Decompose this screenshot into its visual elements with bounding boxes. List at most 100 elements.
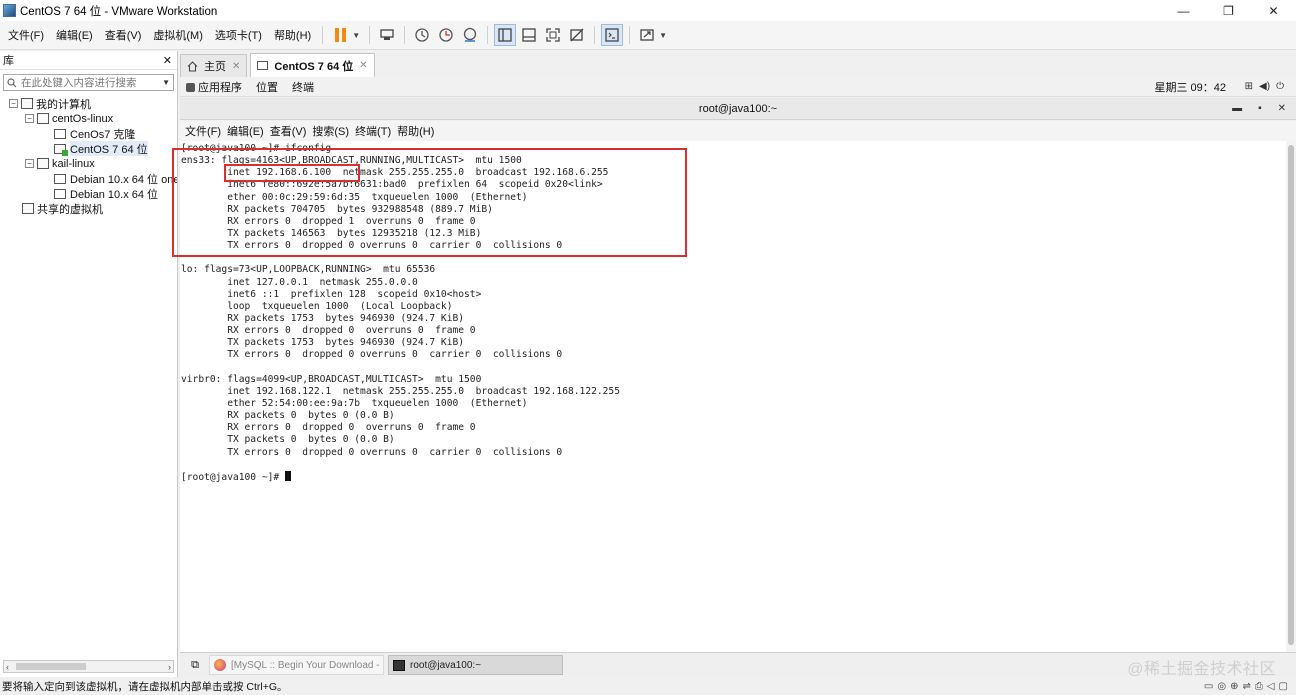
terminal-line: inet 127.0.0.1 netmask 255.0.0.0 xyxy=(181,276,418,288)
unity-button[interactable] xyxy=(566,24,588,46)
thumbnail-bar-button[interactable] xyxy=(518,24,540,46)
tab-home[interactable]: 主页 ✕ xyxy=(180,54,248,77)
shared-vm-icon xyxy=(22,203,34,214)
menu-help[interactable]: 帮助(H) xyxy=(268,27,317,43)
display-icon[interactable]: ▢ xyxy=(1279,681,1288,692)
term-menu-terminal[interactable]: 终端(T) xyxy=(355,123,391,139)
hdd-icon[interactable]: ▭ xyxy=(1204,681,1213,692)
term-menu-view[interactable]: 查看(V) xyxy=(270,123,307,139)
library-horizontal-scrollbar[interactable]: ‹ › xyxy=(3,660,174,673)
gnome-terminal-menu[interactable]: 终端 xyxy=(292,79,314,95)
menu-edit[interactable]: 编辑(E) xyxy=(50,27,99,43)
snapshot-manager-button[interactable] xyxy=(459,24,481,46)
terminal-line: [root@java100 ~]# ifconfig xyxy=(181,143,332,154)
tree-item-shared-vms[interactable]: 共享的虚拟机 xyxy=(0,201,177,216)
console-icon xyxy=(605,28,619,42)
terminal-output[interactable]: [root@java100 ~]# ifconfig ens33: flags=… xyxy=(180,141,1286,652)
tab-centos7-label: CentOS 7 64 位 xyxy=(274,60,354,73)
power-icon: ⏻ xyxy=(1276,81,1284,92)
scroll-right-icon[interactable]: › xyxy=(168,662,171,672)
terminal-close-icon[interactable]: ✕ xyxy=(1278,103,1286,114)
tree-item-centos7-64[interactable]: CentOS 7 64 位 xyxy=(0,141,177,156)
library-close-icon[interactable]: ✕ xyxy=(163,54,172,67)
terminal-minimize-icon[interactable]: ▬ xyxy=(1232,103,1242,114)
terminal-prompt-line[interactable]: [root@java100 ~]# xyxy=(181,470,1286,483)
stretch-guest-button[interactable] xyxy=(636,24,658,46)
toolbar-divider xyxy=(404,26,406,44)
tab-close-icon[interactable]: ✕ xyxy=(232,61,240,72)
snapshot-button[interactable] xyxy=(411,24,433,46)
stretch-dropdown-icon[interactable]: ▼ xyxy=(659,31,667,40)
cdrom-icon[interactable]: ◎ xyxy=(1217,681,1226,692)
full-screen-button[interactable] xyxy=(542,24,564,46)
usb-icon[interactable]: ⇌ xyxy=(1242,681,1250,692)
gnome-applications-menu[interactable]: 应用程序 xyxy=(186,79,242,95)
vm-running-icon xyxy=(257,61,269,70)
tab-centos7[interactable]: CentOS 7 64 位 ✕ xyxy=(250,53,375,77)
maximize-button[interactable]: ❐ xyxy=(1206,0,1251,21)
terminal-line: TX packets 0 bytes 0 (0.0 B) xyxy=(181,434,395,446)
collapse-icon[interactable]: − xyxy=(25,114,34,123)
gnome-clock[interactable]: 星期三 09：42 xyxy=(1154,79,1226,95)
terminal-line: RX errors 0 dropped 0 overruns 0 frame 0 xyxy=(181,325,476,337)
collapse-icon[interactable]: − xyxy=(9,99,18,108)
term-menu-edit[interactable]: 编辑(E) xyxy=(227,123,264,139)
terminal-line: ether 52:54:00:ee:9a:7b txqueuelen 1000 … xyxy=(181,397,528,409)
term-menu-help[interactable]: 帮助(H) xyxy=(397,123,434,139)
terminal-scrollbar-thumb[interactable] xyxy=(1288,145,1294,645)
suspend-button[interactable] xyxy=(329,24,351,46)
terminal-title: root@java100:~ xyxy=(698,102,778,115)
scroll-left-icon[interactable]: ‹ xyxy=(6,662,9,672)
sound-icon[interactable]: ◁ xyxy=(1267,681,1275,692)
tree-item-centos-linux[interactable]: − centOs-linux xyxy=(0,111,177,126)
network-send-icon xyxy=(380,29,394,40)
terminal-line: RX packets 704705 bytes 932988548 (889.7… xyxy=(181,203,493,215)
library-panel: 库 ✕ 在此处键入内容进行搜索 ▼ − 我的计算机 − centOs-linux… xyxy=(0,51,178,677)
revert-snapshot-button[interactable] xyxy=(435,24,457,46)
menu-view[interactable]: 查看(V) xyxy=(99,27,148,43)
term-menu-file[interactable]: 文件(F) xyxy=(185,123,221,139)
vm-icon xyxy=(54,173,66,184)
term-menu-search[interactable]: 搜索(S) xyxy=(312,123,349,139)
terminal-line: RX packets 0 bytes 0 (0.0 B) xyxy=(181,410,395,422)
tree-item-debian-one[interactable]: Debian 10.x 64 位 one xyxy=(0,171,177,186)
show-library-button[interactable] xyxy=(494,24,517,46)
tab-close-icon[interactable]: ✕ xyxy=(359,60,367,71)
gnome-places-menu[interactable]: 位置 xyxy=(256,79,278,95)
menu-vm[interactable]: 虚拟机(M) xyxy=(147,27,209,43)
terminal-scrollbar[interactable] xyxy=(1286,141,1296,652)
toolbar-divider xyxy=(487,26,489,44)
minimize-button[interactable]: — xyxy=(1161,0,1206,21)
printer-icon[interactable]: ⎙ xyxy=(1255,681,1263,692)
scrollbar-thumb[interactable] xyxy=(16,663,86,670)
library-search-input[interactable]: 在此处键入内容进行搜索 ▼ xyxy=(3,74,174,91)
close-button[interactable]: ✕ xyxy=(1251,0,1296,21)
console-view-button[interactable] xyxy=(601,24,624,46)
terminal-line: TX errors 0 dropped 0 overruns 0 carrier… xyxy=(181,349,563,361)
stretch-icon xyxy=(640,29,654,41)
search-dropdown-icon[interactable]: ▼ xyxy=(162,78,170,87)
terminal-line: RX errors 0 dropped 0 overruns 0 frame 0 xyxy=(181,422,476,434)
task-firefox[interactable]: [MySQL :: Begin Your Download - ... xyxy=(209,655,384,675)
collapse-icon[interactable]: − xyxy=(25,159,34,168)
terminal-maximize-icon[interactable]: ▪ xyxy=(1258,103,1262,114)
show-desktop-icon[interactable]: ⧉ xyxy=(185,656,205,674)
send-ctrl-alt-del-button[interactable] xyxy=(376,24,398,46)
power-dropdown-icon[interactable]: ▼ xyxy=(352,31,360,40)
menu-tabs[interactable]: 选项卡(T) xyxy=(209,27,268,43)
tree-item-debian[interactable]: Debian 10.x 64 位 xyxy=(0,186,177,201)
full-screen-icon xyxy=(546,28,560,42)
terminal-line: ether 00:0c:29:59:6d:35 txqueuelen 1000 … xyxy=(181,191,528,203)
watermark: @稀土掘金技术社区 xyxy=(1127,661,1276,678)
search-icon xyxy=(7,77,17,87)
tree-item-my-computer[interactable]: − 我的计算机 xyxy=(0,96,177,111)
toolbar-divider xyxy=(369,26,371,44)
status-bar: 要将输入定向到该虚拟机，请在虚拟机内部单击或按 Ctrl+G。 ▭ ◎ ⊕ ⇌ … xyxy=(0,677,1296,695)
task-terminal[interactable]: root@java100:~ xyxy=(388,655,563,675)
tree-item-kail-linux[interactable]: − kail-linux xyxy=(0,156,177,171)
tree-item-cenos7-clone[interactable]: CenOs7 克隆 xyxy=(0,126,177,141)
network-adapter-icon[interactable]: ⊕ xyxy=(1230,681,1238,692)
menu-file[interactable]: 文件(F) xyxy=(0,27,50,43)
gnome-status-icons[interactable]: ⊞ ◀) ⏻ xyxy=(1245,81,1284,92)
